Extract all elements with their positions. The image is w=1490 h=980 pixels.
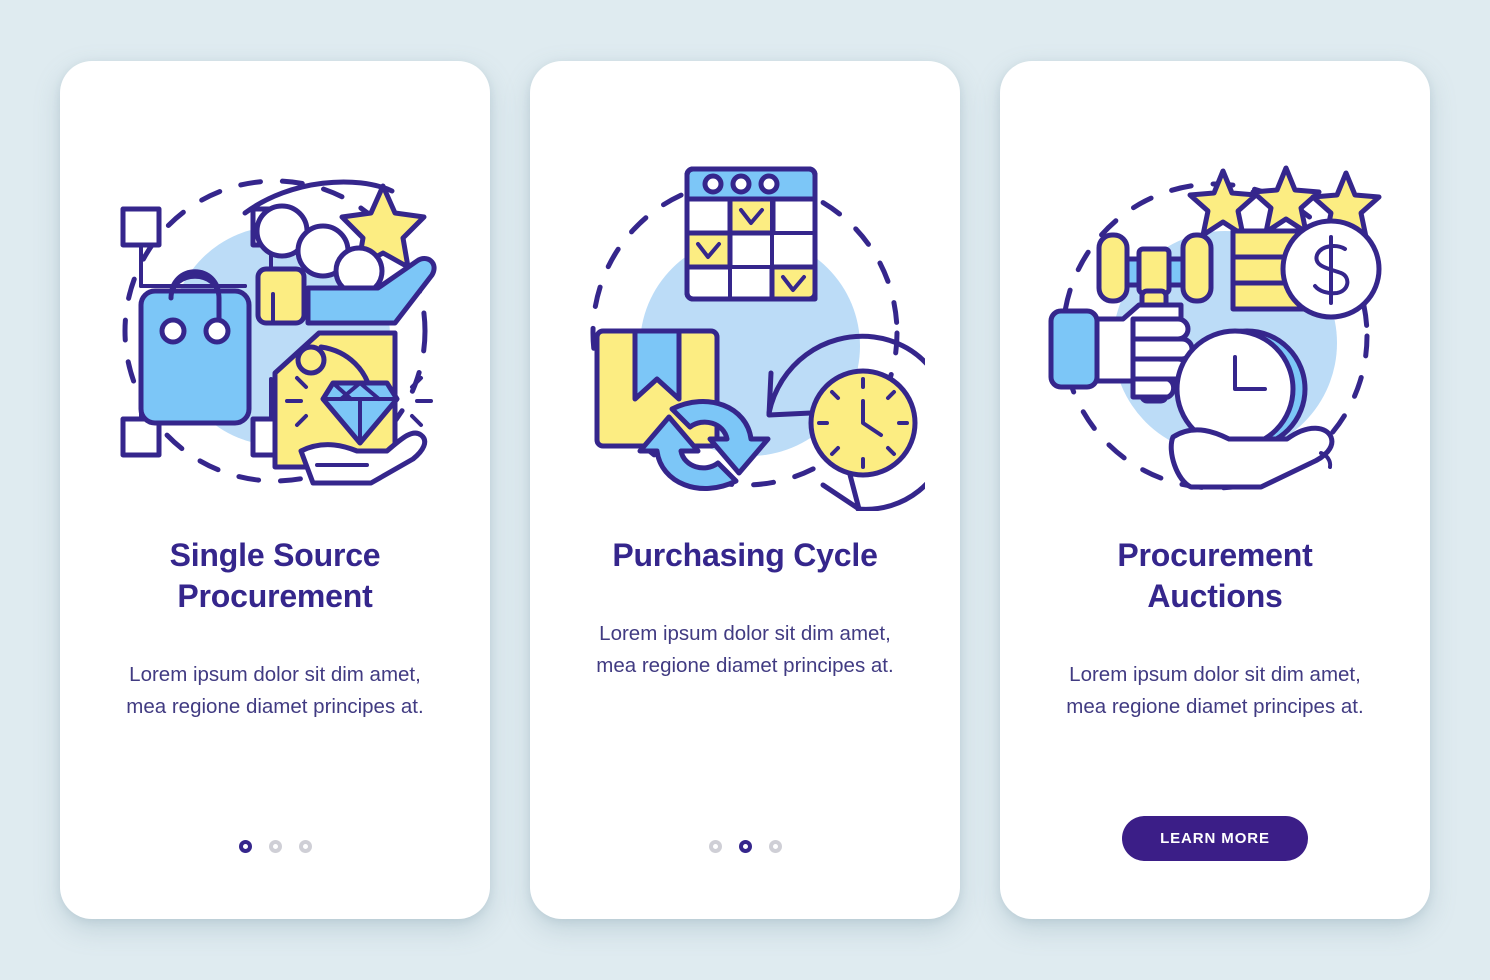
- pagination-dot-3[interactable]: [298, 840, 312, 853]
- procurement-auctions-illustration: [1035, 151, 1395, 511]
- learn-more-button[interactable]: LEARN MORE: [1122, 816, 1308, 861]
- page-title: Single Source Procurement: [169, 537, 381, 614]
- pagination-dot-3[interactable]: [768, 840, 782, 853]
- onboarding-screens-stage: Single Source Procurement Lorem ipsum do…: [0, 0, 1490, 980]
- pagination-dots: [238, 840, 312, 853]
- pagination-dot-1[interactable]: [238, 840, 252, 853]
- page-description: Lorem ipsum dolor sit dim amet, mea regi…: [126, 662, 424, 718]
- page-description: Lorem ipsum dolor sit dim amet, mea regi…: [1066, 662, 1364, 718]
- page-title: Procurement Auctions: [1117, 537, 1313, 614]
- checkmark-cells: [769, 264, 818, 302]
- pagination-dot-2[interactable]: [738, 840, 752, 853]
- onboarding-card-procurement-auctions: Procurement Auctions Lorem ipsum dolor s…: [1000, 61, 1430, 919]
- purchasing-cycle-illustration: [565, 151, 925, 511]
- page-description: Lorem ipsum dolor sit dim amet, mea regi…: [596, 621, 894, 677]
- single-source-procurement-illustration: [95, 151, 455, 511]
- onboarding-card-single-source-procurement: Single Source Procurement Lorem ipsum do…: [60, 61, 490, 919]
- dollar-coin-icon: [1280, 218, 1382, 320]
- shopping-bag-icon: [138, 269, 252, 426]
- page-title: Purchasing Cycle: [612, 537, 878, 573]
- onboarding-card-purchasing-cycle: Purchasing Cycle Lorem ipsum dolor sit d…: [530, 61, 960, 919]
- pagination-dot-1[interactable]: [708, 840, 722, 853]
- pagination-dot-2[interactable]: [268, 840, 282, 853]
- pagination-dots: [708, 840, 782, 853]
- hand-holding-gavel-icon: [1048, 302, 1195, 400]
- star-icon: [1187, 168, 1259, 238]
- star-icon: [1250, 165, 1322, 235]
- open-hand-icon: [1168, 425, 1335, 490]
- calendar-grid-icon: [684, 166, 818, 302]
- clock-icon: [808, 368, 918, 478]
- checkmark-cells: [727, 196, 776, 236]
- checkmark-cells: [684, 230, 733, 270]
